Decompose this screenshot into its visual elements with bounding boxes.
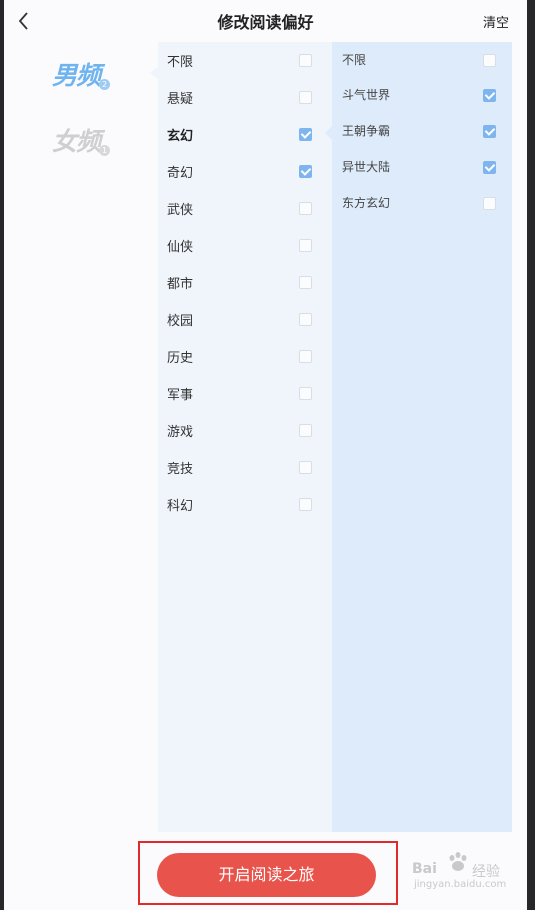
selection-count-badge: 2 (99, 79, 110, 90)
checkbox-icon[interactable] (299, 424, 312, 437)
checkbox-icon[interactable] (299, 54, 312, 67)
category-list: 不限 悬疑 玄幻 奇幻 武侠 仙侠 都市 校园 历史 军事 游戏 竞技 科幻 (158, 42, 332, 832)
checkbox-icon[interactable] (299, 91, 312, 104)
category-label: 武侠 (167, 203, 194, 218)
subcategory-label: 异世大陆 (342, 160, 391, 174)
checkbox-icon[interactable] (299, 276, 312, 289)
category-label: 悬疑 (167, 92, 194, 107)
checkbox-icon[interactable] (299, 498, 312, 511)
category-label: 游戏 (167, 425, 194, 440)
category-item[interactable]: 科幻 (158, 486, 332, 522)
checkbox-checked-icon[interactable] (483, 161, 496, 174)
category-item[interactable]: 武侠 (158, 190, 332, 226)
checkbox-icon[interactable] (299, 387, 312, 400)
gender-tab-female[interactable]: 女频 1 (52, 122, 122, 162)
active-tab-pointer (150, 67, 158, 79)
category-item[interactable]: 玄幻 (158, 116, 332, 152)
subcategory-label: 斗气世界 (342, 88, 391, 102)
category-label: 玄幻 (167, 129, 194, 144)
checkbox-icon[interactable] (299, 313, 312, 326)
baidu-jingyan-watermark: Bai 经验 jingyan.baidu.com (410, 852, 520, 892)
category-item[interactable]: 奇幻 (158, 153, 332, 189)
subcategory-item[interactable]: 异世大陆 (332, 149, 512, 185)
subcategory-item[interactable]: 东方玄幻 (332, 185, 512, 221)
checkbox-icon[interactable] (483, 197, 496, 210)
gender-tab-label: 女频 (52, 127, 101, 156)
category-label: 奇幻 (167, 166, 194, 181)
category-item[interactable]: 仙侠 (158, 227, 332, 263)
category-item[interactable]: 都市 (158, 264, 332, 300)
category-item[interactable]: 校园 (158, 301, 332, 337)
gender-tab-label: 男频 (52, 61, 101, 90)
category-item[interactable]: 悬疑 (158, 79, 332, 115)
category-label: 不限 (167, 55, 194, 70)
watermark-suffix: 经验 (472, 864, 500, 880)
watermark-url: jingyan.baidu.com (414, 879, 507, 890)
checkbox-checked-icon[interactable] (483, 125, 496, 138)
category-item[interactable]: 历史 (158, 338, 332, 374)
subcategory-label: 王朝争霸 (342, 124, 391, 138)
category-item[interactable]: 竞技 (158, 449, 332, 485)
subcategory-list: 不限 斗气世界 王朝争霸 异世大陆 东方玄幻 (332, 42, 512, 832)
subcategory-item[interactable]: 王朝争霸 (332, 113, 512, 149)
gender-tab-male[interactable]: 男频 2 (52, 56, 122, 96)
checkbox-icon[interactable] (299, 350, 312, 363)
annotation-highlight-box (138, 841, 398, 905)
active-category-pointer (325, 126, 332, 140)
checkbox-checked-icon[interactable] (299, 128, 312, 141)
category-item[interactable]: 不限 (158, 42, 332, 78)
category-item[interactable]: 游戏 (158, 412, 332, 448)
checkbox-icon[interactable] (483, 54, 496, 67)
category-label: 军事 (167, 388, 194, 403)
selection-count-badge: 1 (99, 145, 110, 156)
paw-icon (449, 852, 467, 871)
subcategory-label: 不限 (342, 53, 367, 67)
category-label: 竞技 (167, 462, 194, 477)
checkbox-checked-icon[interactable] (483, 89, 496, 102)
category-label: 都市 (167, 277, 194, 292)
page-title: 修改阅读偏好 (217, 13, 314, 32)
app-screen: 修改阅读偏好 清空 男频 2 女频 1 不限 悬疑 玄幻 奇幻 武侠 仙侠 都市… (4, 0, 527, 910)
category-label: 科幻 (167, 499, 194, 514)
clear-button[interactable]: 清空 (483, 12, 509, 31)
checkbox-icon[interactable] (299, 461, 312, 474)
category-label: 仙侠 (167, 240, 194, 255)
category-item[interactable]: 军事 (158, 375, 332, 411)
subcategory-label: 东方玄幻 (342, 196, 391, 210)
category-label: 历史 (167, 351, 194, 366)
subcategory-item[interactable]: 不限 (332, 42, 512, 78)
subcategory-item[interactable]: 斗气世界 (332, 77, 512, 113)
top-bar: 修改阅读偏好 清空 (4, 0, 527, 42)
checkbox-icon[interactable] (299, 239, 312, 252)
watermark-brand: Bai (412, 861, 437, 877)
checkbox-icon[interactable] (299, 202, 312, 215)
checkbox-checked-icon[interactable] (299, 165, 312, 178)
category-label: 校园 (167, 314, 194, 329)
